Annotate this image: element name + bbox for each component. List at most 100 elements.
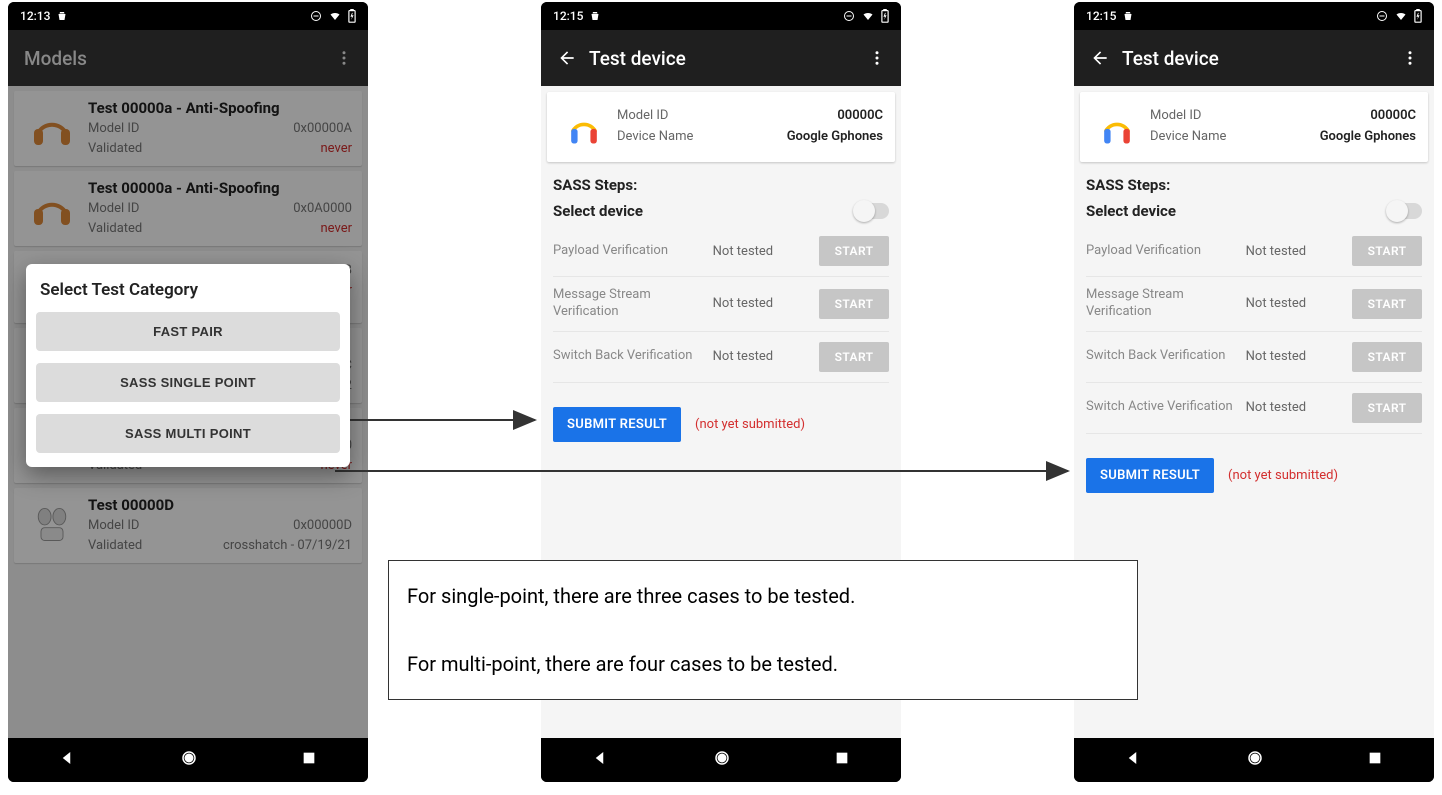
more-icon[interactable]	[328, 49, 360, 67]
submit-result-button[interactable]: SUBMIT RESULT	[1086, 458, 1214, 493]
phone-models: 12:13 Models Test 00000a - Anti-Spoofing…	[8, 2, 368, 782]
app-bar: Test device	[1074, 30, 1434, 86]
battery-icon	[881, 9, 889, 23]
test-status: Not tested	[713, 244, 819, 259]
select-test-category-dialog: Select Test Category FAST PAIR SASS SING…	[26, 264, 350, 467]
content-area: Test 00000a - Anti-SpoofingModel ID0x000…	[8, 86, 368, 738]
start-button[interactable]: START	[1352, 236, 1422, 266]
nav-recent-icon[interactable]	[301, 750, 317, 770]
tests-list: Payload VerificationNot testedSTARTMessa…	[553, 226, 889, 383]
submit-result-button[interactable]: SUBMIT RESULT	[553, 407, 681, 442]
gphones-icon	[559, 102, 609, 152]
sass-steps-title: SASS Steps:	[553, 176, 889, 194]
test-status: Not tested	[713, 349, 819, 364]
app-bar: Test device	[541, 30, 901, 86]
test-row: Message Stream VerificationNot testedSTA…	[553, 277, 889, 332]
test-row: Switch Active VerificationNot testedSTAR…	[1086, 383, 1422, 434]
adb-icon	[589, 10, 601, 22]
appbar-title: Test device	[1122, 47, 1394, 70]
test-label: Payload Verification	[553, 243, 713, 260]
dnd-icon	[843, 10, 855, 22]
tests-list: Payload VerificationNot testedSTARTMessa…	[1086, 226, 1422, 434]
test-status: Not tested	[1246, 296, 1352, 311]
nav-back-icon[interactable]	[592, 749, 610, 771]
sass-steps-title: SASS Steps:	[1086, 176, 1422, 194]
device-card: Model ID00000C Device NameGoogle Gphones	[547, 92, 895, 162]
start-button[interactable]: START	[1352, 289, 1422, 319]
dnd-icon	[1376, 10, 1388, 22]
test-status: Not tested	[1246, 349, 1352, 364]
info-line-1: For single-point, there are three cases …	[407, 579, 1119, 613]
test-row: Payload VerificationNot testedSTART	[553, 226, 889, 277]
back-icon[interactable]	[557, 48, 589, 68]
nav-recent-icon[interactable]	[834, 750, 850, 770]
status-time: 12:15	[1086, 9, 1116, 23]
nav-bar	[8, 738, 368, 782]
submit-status: (not yet submitted)	[1228, 468, 1338, 483]
status-bar: 12:15	[1074, 2, 1434, 30]
status-time: 12:13	[20, 9, 50, 23]
submit-status: (not yet submitted)	[695, 417, 805, 432]
dialog-title: Select Test Category	[40, 280, 336, 300]
info-box: For single-point, there are three cases …	[388, 560, 1138, 700]
select-device-toggle[interactable]	[1388, 203, 1422, 219]
select-device-label: Select device	[1086, 202, 1176, 220]
model-id-label: Model ID	[617, 106, 668, 127]
appbar-title: Models	[24, 47, 328, 70]
more-icon[interactable]	[1394, 49, 1426, 67]
test-label: Message Stream Verification	[553, 287, 713, 321]
wifi-icon	[861, 10, 875, 22]
start-button[interactable]: START	[1352, 393, 1422, 423]
info-line-2: For multi-point, there are four cases to…	[407, 647, 1119, 681]
test-row: Switch Back VerificationNot testedSTART	[1086, 332, 1422, 383]
appbar-title: Test device	[589, 47, 861, 70]
dnd-icon	[310, 10, 322, 22]
more-icon[interactable]	[861, 49, 893, 67]
test-label: Payload Verification	[1086, 243, 1246, 260]
nav-home-icon[interactable]	[713, 749, 731, 771]
select-device-label: Select device	[553, 202, 643, 220]
adb-icon	[1122, 10, 1134, 22]
test-label: Switch Back Verification	[1086, 348, 1246, 365]
device-name-label: Device Name	[1150, 127, 1226, 148]
model-id-value: 00000C	[1370, 106, 1416, 127]
device-name-label: Device Name	[617, 127, 693, 148]
back-icon[interactable]	[1090, 48, 1122, 68]
nav-bar	[1074, 738, 1434, 782]
test-status: Not tested	[1246, 400, 1352, 415]
status-bar: 12:15	[541, 2, 901, 30]
test-label: Message Stream Verification	[1086, 287, 1246, 321]
adb-icon	[56, 10, 68, 22]
nav-recent-icon[interactable]	[1367, 750, 1383, 770]
sass-multi-point-button[interactable]: SASS MULTI POINT	[36, 414, 340, 453]
start-button[interactable]: START	[1352, 342, 1422, 372]
test-row: Payload VerificationNot testedSTART	[1086, 226, 1422, 277]
model-id-label: Model ID	[1150, 106, 1201, 127]
fast-pair-button[interactable]: FAST PAIR	[36, 312, 340, 351]
test-row: Switch Back VerificationNot testedSTART	[553, 332, 889, 383]
sass-single-point-button[interactable]: SASS SINGLE POINT	[36, 363, 340, 402]
test-status: Not tested	[713, 296, 819, 311]
test-row: Message Stream VerificationNot testedSTA…	[1086, 277, 1422, 332]
device-card: Model ID 00000C Device Name Google Gphones	[1080, 92, 1428, 162]
battery-icon	[1414, 9, 1422, 23]
device-name-value: Google Gphones	[787, 127, 883, 148]
test-label: Switch Active Verification	[1086, 399, 1246, 416]
nav-home-icon[interactable]	[1246, 749, 1264, 771]
app-bar: Models	[8, 30, 368, 86]
nav-back-icon[interactable]	[1125, 749, 1143, 771]
gphones-icon	[1092, 102, 1142, 152]
select-device-toggle[interactable]	[855, 203, 889, 219]
wifi-icon	[1394, 10, 1408, 22]
nav-back-icon[interactable]	[59, 749, 77, 771]
device-name-value: Google Gphones	[1320, 127, 1416, 148]
status-bar: 12:13	[8, 2, 368, 30]
start-button[interactable]: START	[819, 342, 889, 372]
status-time: 12:15	[553, 9, 583, 23]
nav-home-icon[interactable]	[180, 749, 198, 771]
start-button[interactable]: START	[819, 289, 889, 319]
nav-bar	[541, 738, 901, 782]
start-button[interactable]: START	[819, 236, 889, 266]
test-label: Switch Back Verification	[553, 348, 713, 365]
test-status: Not tested	[1246, 244, 1352, 259]
